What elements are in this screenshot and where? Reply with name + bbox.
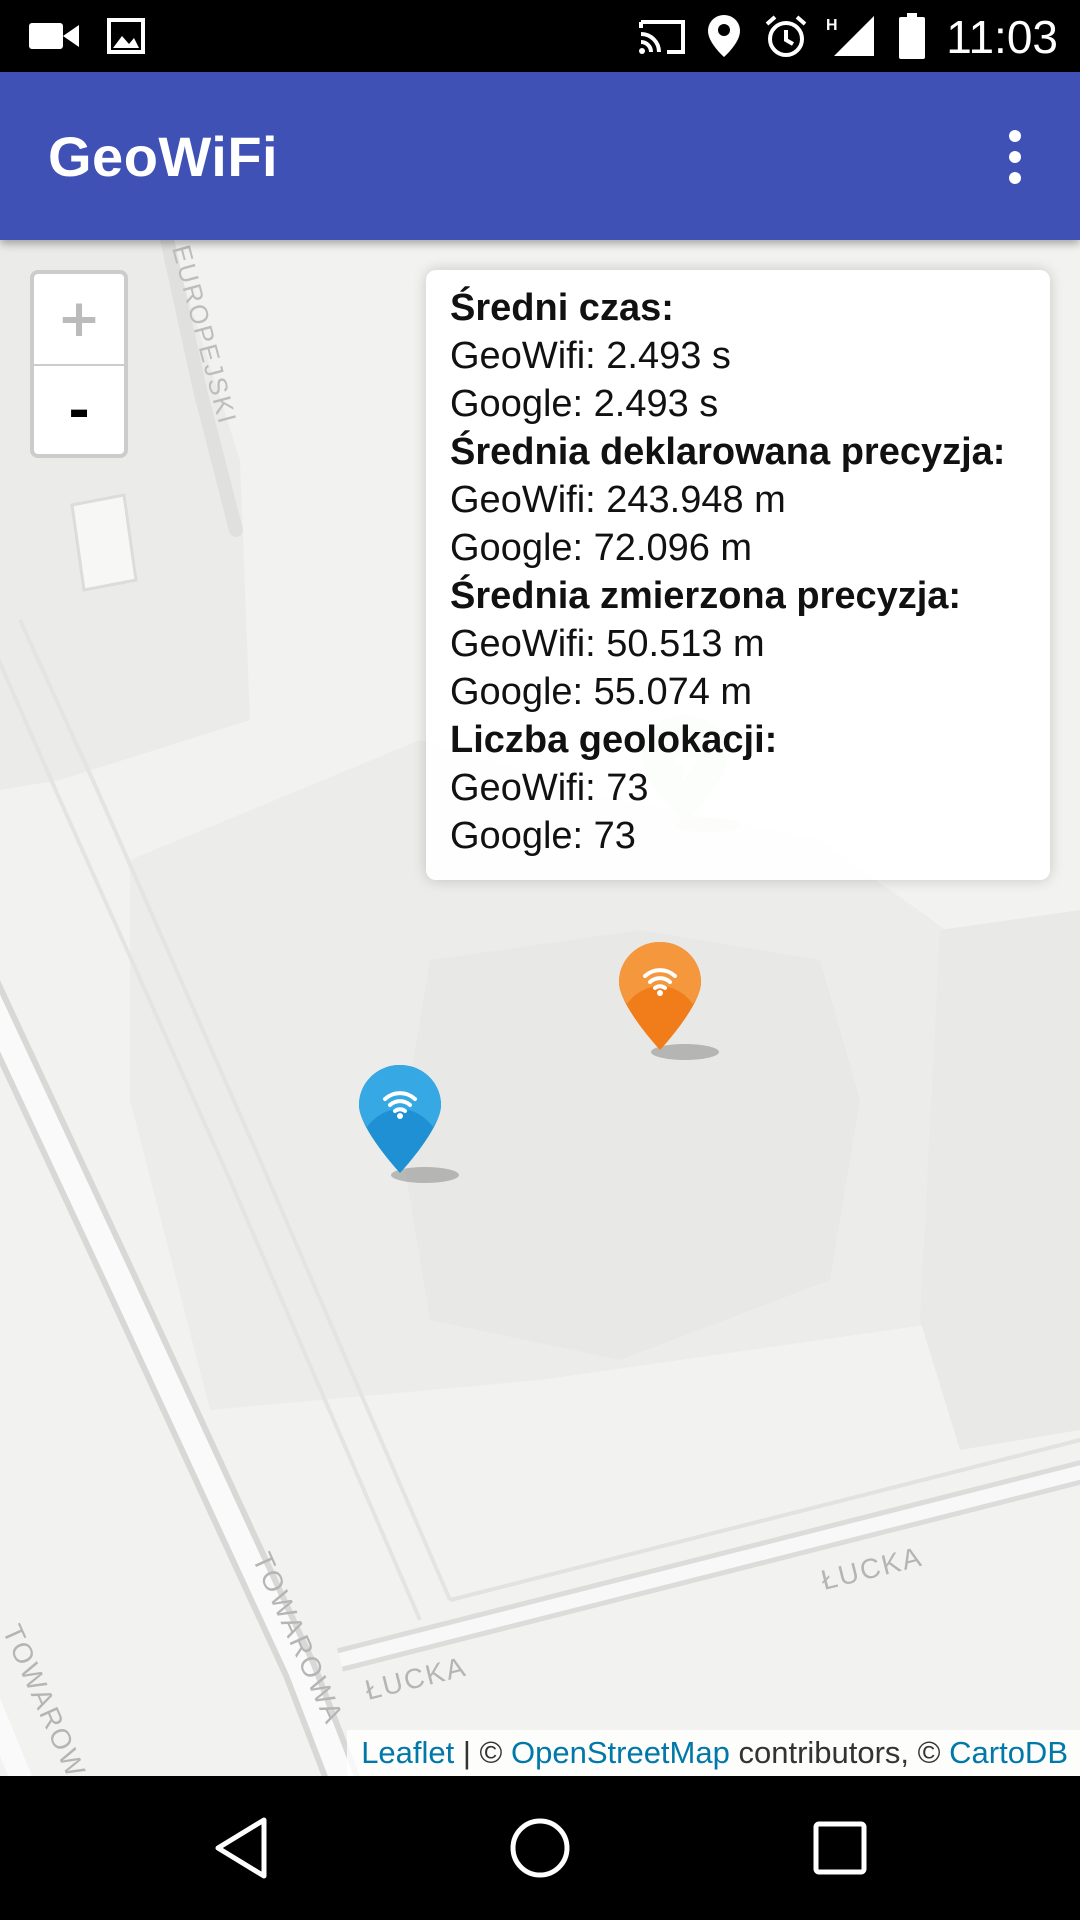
status-time: 11:03 <box>946 11 1058 63</box>
geolocation-count-geowifi: GeoWifi: 73 <box>450 767 649 809</box>
geolocation-count-heading: Liczba geolokacji: <box>450 719 778 761</box>
geolocation-count-google: Google: 73 <box>450 815 636 857</box>
measured-precision-heading: Średnia zmierzona precyzja: <box>450 575 962 617</box>
map-block <box>920 910 1080 1450</box>
avg-time-heading: Średni czas: <box>450 287 674 329</box>
back-icon[interactable] <box>192 1798 292 1898</box>
zoom-control: + - <box>30 270 128 458</box>
map-attribution: Leaflet | © OpenStreetMap contributors, … <box>347 1730 1080 1776</box>
blue-wifi-marker[interactable] <box>355 1063 459 1183</box>
declared-precision-heading: Średnia deklarowana precyzja: <box>450 431 1006 473</box>
stats-panel: Średni czas: GeoWifi: 2.493 s Google: 2.… <box>426 270 1050 880</box>
image-icon <box>106 14 146 58</box>
battery-icon <box>896 13 928 59</box>
map-building <box>70 493 138 592</box>
app-bar: GeoWiFi <box>0 72 1080 240</box>
leaflet-link[interactable]: Leaflet <box>361 1735 454 1770</box>
street-label: ŁUCKA <box>818 1541 926 1596</box>
declared-precision-geowifi: GeoWifi: 243.948 m <box>450 479 786 521</box>
measured-precision-google: Google: 55.074 m <box>450 671 753 713</box>
svg-text:H: H <box>826 17 838 34</box>
openstreetmap-link[interactable]: OpenStreetMap <box>511 1735 730 1770</box>
home-icon[interactable] <box>490 1798 590 1898</box>
more-vert-icon[interactable] <box>980 122 1050 192</box>
cartodb-link[interactable]: CartoDB <box>949 1735 1068 1770</box>
signal-icon: H <box>826 14 876 58</box>
avg-time-google: Google: 2.493 s <box>450 383 719 425</box>
status-bar: H 11:03 <box>0 0 1080 72</box>
orange-wifi-marker[interactable] <box>615 940 719 1060</box>
attribution-separator: | © <box>454 1735 511 1770</box>
location-icon <box>706 14 742 58</box>
measured-precision-geowifi: GeoWifi: 50.513 m <box>450 623 765 665</box>
avg-time-geowifi: GeoWifi: 2.493 s <box>450 335 731 377</box>
map-road <box>338 1465 1080 1667</box>
navigation-bar <box>0 1776 1080 1920</box>
map-road <box>449 1438 1080 1602</box>
recents-icon[interactable] <box>790 1798 890 1898</box>
map-view[interactable]: EUROPEJSKI TOWAROWA TOWAROWA ŁUCKA ŁUCKA <box>0 240 1080 1776</box>
videocam-icon <box>28 14 80 58</box>
zoom-in-button[interactable]: + <box>34 274 124 366</box>
app-title: GeoWiFi <box>48 125 279 188</box>
declared-precision-google: Google: 72.096 m <box>450 527 753 569</box>
alarm-icon <box>762 14 810 58</box>
attribution-contributors: contributors, © <box>729 1735 950 1770</box>
cast-icon <box>636 14 688 58</box>
zoom-out-button[interactable]: - <box>34 366 124 454</box>
